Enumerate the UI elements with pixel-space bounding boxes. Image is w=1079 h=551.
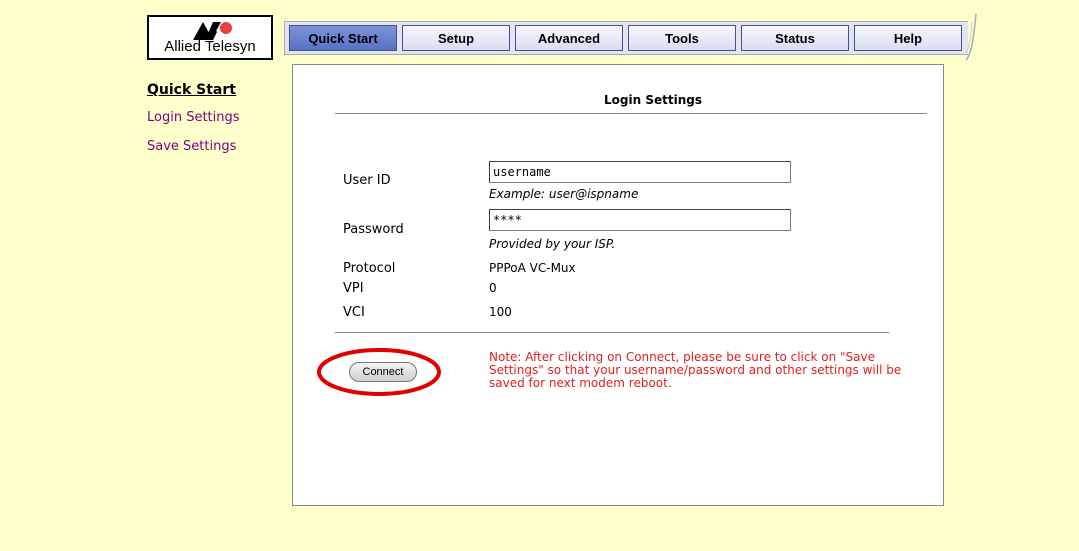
login-settings-panel: Login Settings User ID Example: user@isp…: [292, 64, 944, 506]
tab-quick-start[interactable]: Quick Start: [289, 25, 397, 51]
vci-value: 100: [489, 305, 512, 319]
user-id-hint: Example: user@ispname: [489, 187, 639, 201]
sidebar-item-login-settings[interactable]: Login Settings: [147, 110, 240, 125]
user-id-input[interactable]: [489, 161, 791, 183]
tab-advanced[interactable]: Advanced: [515, 25, 623, 51]
tab-setup[interactable]: Setup: [402, 25, 510, 51]
vci-label: VCI: [343, 305, 365, 320]
tab-bar-swoosh-decoration: [964, 14, 977, 61]
connect-button[interactable]: Connect: [349, 362, 417, 382]
sidebar-item-save-settings[interactable]: Save Settings: [147, 139, 240, 154]
password-label: Password: [343, 222, 404, 237]
tab-tools[interactable]: Tools: [628, 25, 736, 51]
password-input[interactable]: [489, 209, 791, 231]
password-hint: Provided by your ISP.: [489, 237, 616, 251]
allied-telesyn-logo-icon: [193, 22, 232, 40]
sidebar-title-quick-start[interactable]: Quick Start: [147, 82, 240, 98]
tab-help[interactable]: Help: [854, 25, 962, 51]
top-nav-tabs: Quick Start Setup Advanced Tools Status …: [284, 21, 968, 55]
user-id-label: User ID: [343, 173, 391, 188]
brand-logo: Allied Telesyn: [147, 15, 273, 60]
divider: [335, 332, 889, 333]
page-title: Login Settings: [604, 93, 702, 107]
protocol-label: Protocol: [343, 261, 396, 276]
logo-text: Allied Telesyn: [164, 38, 256, 55]
save-settings-note: Note: After clicking on Connect, please …: [489, 350, 902, 390]
protocol-value: PPPoA VC-Mux: [489, 261, 576, 275]
tab-status[interactable]: Status: [741, 25, 849, 51]
vpi-value: 0: [489, 281, 497, 295]
divider: [335, 113, 927, 114]
vpi-label: VPI: [343, 281, 364, 296]
sidebar-nav: Quick Start Login Settings Save Settings: [147, 82, 240, 168]
